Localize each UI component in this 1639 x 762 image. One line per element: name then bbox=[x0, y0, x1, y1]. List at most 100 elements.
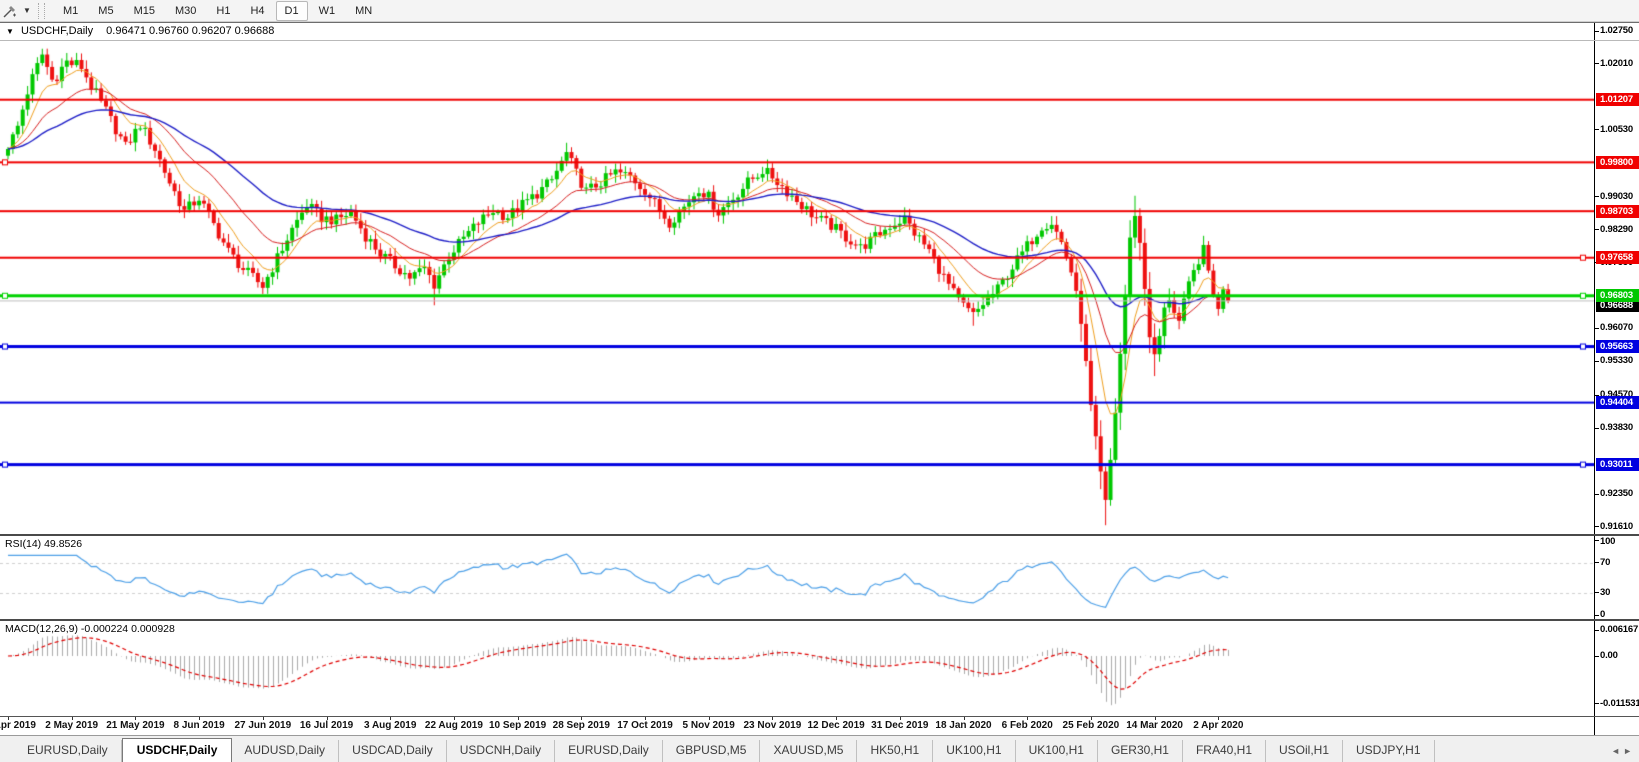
price-level-badge: 0.97658 bbox=[1596, 251, 1639, 265]
timeframe-button-m30[interactable]: M30 bbox=[166, 1, 205, 21]
date-tick-label: 17 Oct 2019 bbox=[617, 720, 673, 731]
date-tick-label: 18 Jan 2020 bbox=[935, 720, 992, 731]
date-tick-label: 25 Feb 2020 bbox=[1062, 720, 1120, 731]
timeframe-button-mn[interactable]: MN bbox=[346, 1, 381, 21]
rsi-tick-mark bbox=[1595, 539, 1599, 541]
timeframe-button-m5[interactable]: M5 bbox=[89, 1, 122, 21]
timeframe-buttons: M1 M5 M15 M30 H1 H4 D1 W1 MN bbox=[53, 0, 382, 21]
price-tick-label: 1.00530 bbox=[1600, 123, 1633, 135]
pencil-line-icon bbox=[3, 5, 16, 17]
rsi-tick-label: 30 bbox=[1600, 586, 1611, 598]
price-tick-label: 1.02750 bbox=[1600, 25, 1633, 36]
price-tick-label: 0.93830 bbox=[1600, 422, 1633, 434]
date-tick-label: 21 May 2019 bbox=[106, 720, 165, 731]
date-tick-label: 28 Sep 2019 bbox=[552, 720, 610, 731]
date-axis-row: 13 Apr 20192 May 201921 May 20198 Jun 20… bbox=[0, 716, 1639, 735]
tool-dropdown-caret-icon[interactable]: ▼ bbox=[20, 6, 34, 15]
tab-scroll-right-icon[interactable]: ► bbox=[1623, 746, 1635, 756]
tab-scroll-left-icon[interactable]: ◄ bbox=[1611, 746, 1623, 756]
price-tick-mark bbox=[1595, 229, 1599, 231]
rsi-axis[interactable]: 100 70 30 0 bbox=[1594, 536, 1639, 620]
rsi-tick-label: 70 bbox=[1600, 556, 1611, 568]
tab-uk100-h1[interactable]: UK100,H1 bbox=[1016, 740, 1098, 762]
price-tick-mark bbox=[1595, 327, 1599, 329]
date-tick-label: 6 Feb 2020 bbox=[1001, 720, 1053, 731]
timeframe-button-h4[interactable]: H4 bbox=[241, 1, 273, 21]
price-tick-mark bbox=[1595, 30, 1599, 32]
macd-tick-label: -0.011531 bbox=[1600, 697, 1639, 709]
tab-scroll-arrows[interactable]: ◄► bbox=[1611, 746, 1635, 756]
chart-ohlc-values: 0.96471 0.96760 0.96207 0.96688 bbox=[106, 25, 275, 37]
macd-canvas[interactable] bbox=[0, 621, 1594, 716]
tab-usdcad-daily[interactable]: USDCAD,Daily bbox=[339, 740, 447, 762]
candlestick-canvas[interactable] bbox=[0, 23, 1594, 534]
timeframe-button-h1[interactable]: H1 bbox=[207, 1, 239, 21]
tab-hk50-h1[interactable]: HK50,H1 bbox=[857, 740, 934, 762]
timeframe-toolbar: ▼ M1 M5 M15 M30 H1 H4 D1 W1 MN bbox=[0, 0, 1639, 22]
rsi-panel[interactable]: RSI(14) 49.8526 bbox=[0, 536, 1594, 619]
tab-gbpusd-m5[interactable]: GBPUSD,M5 bbox=[663, 740, 761, 762]
rsi-label: RSI(14) 49.8526 bbox=[5, 538, 83, 550]
tab-usoil-h1[interactable]: USOil,H1 bbox=[1266, 740, 1344, 762]
tab-xauusd-m5[interactable]: XAUUSD,M5 bbox=[760, 740, 858, 762]
date-tick-label: 22 Aug 2019 bbox=[424, 720, 483, 731]
date-axis-corner bbox=[1594, 717, 1639, 735]
tab-usdcnh-daily[interactable]: USDCNH,Daily bbox=[447, 740, 556, 762]
price-level-badge: 0.95663 bbox=[1596, 340, 1639, 354]
tab-ger30-h1[interactable]: GER30,H1 bbox=[1098, 740, 1183, 762]
date-tick-label: 27 Jun 2019 bbox=[234, 720, 292, 731]
macd-panel[interactable]: MACD(12,26,9) -0.000224 0.000928 bbox=[0, 621, 1594, 716]
macd-tick-mark bbox=[1595, 655, 1599, 657]
tab-eurusd-daily[interactable]: EURUSD,Daily bbox=[555, 740, 663, 762]
chart-window: ▼ USDCHF,Daily 0.96471 0.96760 0.96207 0… bbox=[0, 22, 1639, 735]
date-tick-label: 2 May 2019 bbox=[45, 720, 99, 731]
price-chart-area[interactable]: ▼ USDCHF,Daily 0.96471 0.96760 0.96207 0… bbox=[0, 23, 1594, 534]
symbol-tabs: EURUSD,Daily USDCHF,Daily AUDUSD,Daily USDC… bbox=[0, 736, 1435, 762]
macd-tick-mark bbox=[1595, 703, 1599, 705]
rsi-canvas[interactable] bbox=[0, 536, 1594, 619]
date-tick-label: 10 Sep 2019 bbox=[488, 720, 547, 731]
date-axis[interactable]: 13 Apr 20192 May 201921 May 20198 Jun 20… bbox=[0, 717, 1594, 735]
tab-uk100-h1[interactable]: UK100,H1 bbox=[933, 740, 1016, 762]
chart-title: ▼ USDCHF,Daily 0.96471 0.96760 0.96207 0… bbox=[6, 25, 274, 37]
price-tick-label: 0.92350 bbox=[1600, 488, 1633, 500]
date-tick-label: 14 Mar 2020 bbox=[1126, 720, 1183, 731]
rsi-panel-row: RSI(14) 49.8526 100 70 30 0 bbox=[0, 534, 1639, 620]
macd-tick-label: 0.00 bbox=[1600, 650, 1618, 661]
price-chart-row: ▼ USDCHF,Daily 0.96471 0.96760 0.96207 0… bbox=[0, 23, 1639, 534]
tab-usdchf-daily[interactable]: USDCHF,Daily bbox=[121, 738, 233, 762]
tab-audusd-daily[interactable]: AUDUSD,Daily bbox=[231, 740, 340, 762]
tab-usdjpy-h1[interactable]: USDJPY,H1 bbox=[1343, 740, 1435, 762]
title-caret-icon[interactable]: ▼ bbox=[6, 27, 14, 36]
timeframe-button-m15[interactable]: M15 bbox=[125, 1, 164, 21]
price-tick-mark bbox=[1595, 493, 1599, 495]
date-tick-label: 8 Jun 2019 bbox=[173, 720, 225, 731]
draw-tool-icon[interactable] bbox=[0, 2, 20, 20]
price-level-badge: 0.96803 bbox=[1596, 289, 1639, 303]
timeframe-button-d1[interactable]: D1 bbox=[275, 0, 308, 21]
price-tick-label: 0.96070 bbox=[1600, 322, 1633, 334]
macd-panel-row: MACD(12,26,9) -0.000224 0.000928 0.00616… bbox=[0, 619, 1639, 716]
price-tick-label: 1.02010 bbox=[1600, 57, 1633, 69]
price-tick-label: 0.95330 bbox=[1600, 355, 1633, 367]
timeframe-button-w1[interactable]: W1 bbox=[310, 1, 345, 21]
price-axis[interactable]: 1.027501.020101.005300.990300.982900.975… bbox=[1594, 23, 1639, 534]
price-tick-mark bbox=[1595, 129, 1599, 131]
date-tick-label: 5 Nov 2019 bbox=[682, 720, 735, 731]
price-level-badge: 0.93011 bbox=[1596, 458, 1639, 472]
timeframe-button-m1[interactable]: M1 bbox=[54, 1, 87, 21]
price-tick-mark bbox=[1595, 427, 1599, 429]
symbol-tabbar: EURUSD,Daily USDCHF,Daily AUDUSD,Daily USDC… bbox=[0, 735, 1639, 762]
price-tick-mark bbox=[1595, 526, 1599, 528]
macd-axis[interactable]: 0.006167 0.00 -0.011531 bbox=[1594, 621, 1639, 716]
tab-eurusd-daily[interactable]: EURUSD,Daily bbox=[14, 740, 122, 762]
tab-fra40-h1[interactable]: FRA40,H1 bbox=[1183, 740, 1266, 762]
price-level-badge: 0.94404 bbox=[1596, 396, 1639, 410]
title-separator-line bbox=[0, 40, 1639, 41]
price-tick-label: 0.91610 bbox=[1600, 520, 1633, 532]
toolbar-grip bbox=[38, 2, 45, 19]
price-tick-label: 0.99030 bbox=[1600, 190, 1633, 202]
rsi-tick-label: 100 bbox=[1600, 536, 1616, 547]
macd-tick-label: 0.006167 bbox=[1600, 624, 1639, 636]
date-tick-label: 12 Dec 2019 bbox=[807, 720, 865, 731]
